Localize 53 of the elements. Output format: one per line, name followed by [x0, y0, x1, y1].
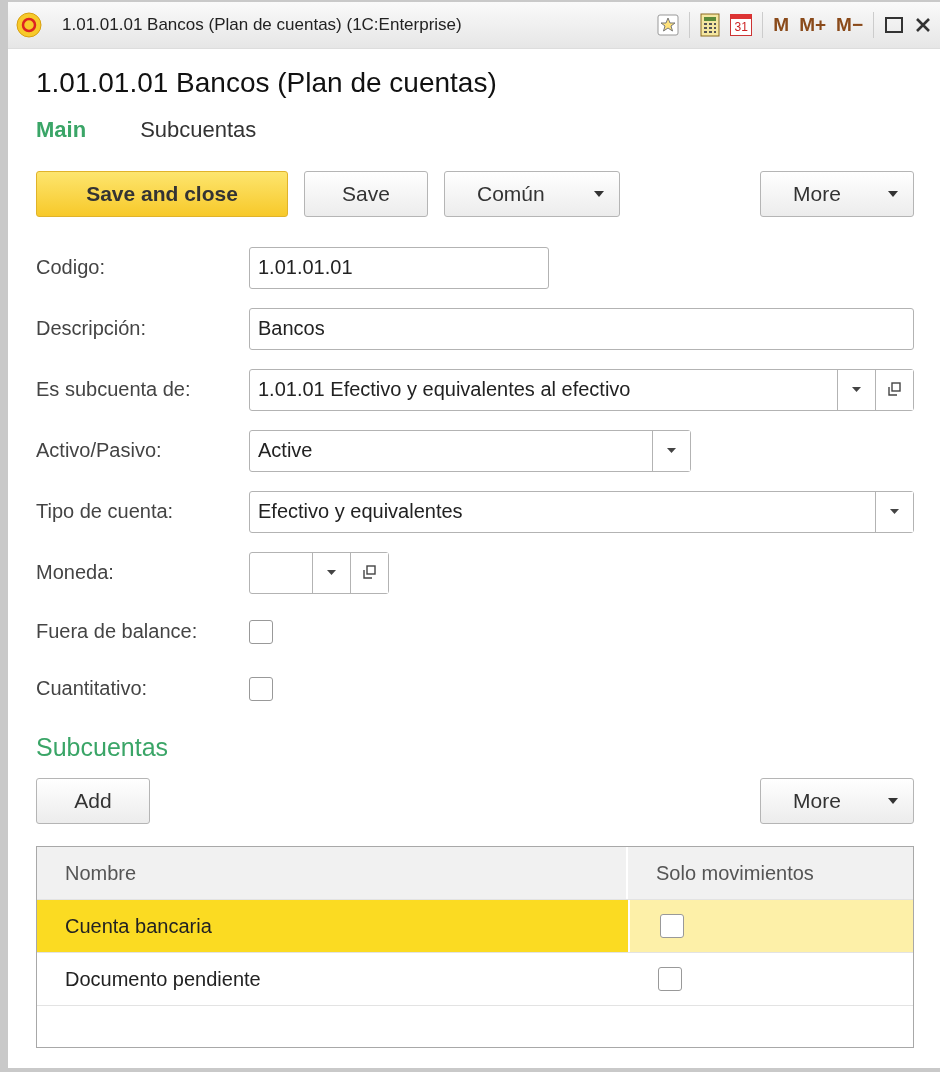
input-field[interactable]: 1.01.01.01 [249, 246, 549, 289]
field-label: Fuera de balance: [36, 620, 199, 643]
caret-icon [593, 190, 605, 198]
form-title: 1.01.01.01 Bancos (Plan de cuentas) [36, 67, 498, 99]
memory-button[interactable]: M+ [799, 14, 827, 36]
section-title: Subcuentas [36, 733, 170, 762]
dropdown-button[interactable] [875, 491, 913, 532]
select-field[interactable]: Efectivo y equivalentes [249, 490, 914, 533]
table-cell[interactable]: Cuenta bancaria [37, 900, 628, 952]
caret-icon [667, 447, 676, 454]
select-field[interactable]: 1.01.01 Efectivo y equivalentes al efectivo [249, 368, 914, 411]
caret-icon [887, 190, 899, 198]
field-label: Es subcuenta de: [36, 378, 192, 401]
window-title: 1.01.01.01 Bancos (Plan de cuentas) (1C:Enterprise) [62, 15, 463, 35]
dropdown-button[interactable] [652, 430, 690, 471]
menu-button[interactable]: Común [444, 171, 620, 217]
tab[interactable]: Subcuentas [140, 117, 257, 143]
input-field[interactable]: Bancos [249, 307, 914, 350]
maximize-icon[interactable] [884, 15, 904, 35]
close-icon[interactable] [914, 16, 932, 34]
open-button[interactable] [350, 552, 388, 593]
select-field[interactable]: Active [249, 429, 691, 472]
checkbox[interactable] [660, 914, 684, 938]
column-header: Nombre [37, 847, 628, 899]
column-header: Solo movimientos [628, 847, 913, 899]
caret-icon [327, 569, 336, 576]
save-and-close-button[interactable]: Save and close [36, 171, 288, 217]
open-icon [887, 382, 902, 397]
memory-button[interactable]: M− [836, 14, 863, 36]
field-label: Descripción: [36, 317, 148, 340]
logo-icon [16, 12, 42, 38]
favorite-icon[interactable] [657, 14, 680, 36]
save-button[interactable]: Save [304, 171, 428, 217]
calendar-icon[interactable]: 31 [730, 14, 753, 36]
memory-button[interactable]: M [773, 14, 790, 36]
more-button[interactable]: More [760, 171, 914, 217]
checkbox[interactable] [249, 676, 273, 701]
field-label: Tipo de cuenta: [36, 500, 175, 523]
add-button[interactable]: Add [36, 778, 150, 824]
more-button[interactable]: More [760, 778, 914, 824]
open-icon [362, 565, 377, 580]
field-label: Codigo: [36, 256, 106, 279]
open-button[interactable] [875, 369, 913, 410]
field-label: Cuantitativo: [36, 677, 149, 700]
select-field[interactable] [249, 551, 389, 594]
checkbox[interactable] [249, 619, 273, 644]
caret-icon [890, 508, 899, 515]
field-label: Moneda: [36, 561, 115, 584]
calculator-icon[interactable] [700, 13, 721, 37]
field-label: Activo/Pasivo: [36, 439, 163, 462]
caret-icon [887, 797, 899, 805]
checkbox[interactable] [658, 967, 682, 991]
caret-icon [852, 386, 861, 393]
